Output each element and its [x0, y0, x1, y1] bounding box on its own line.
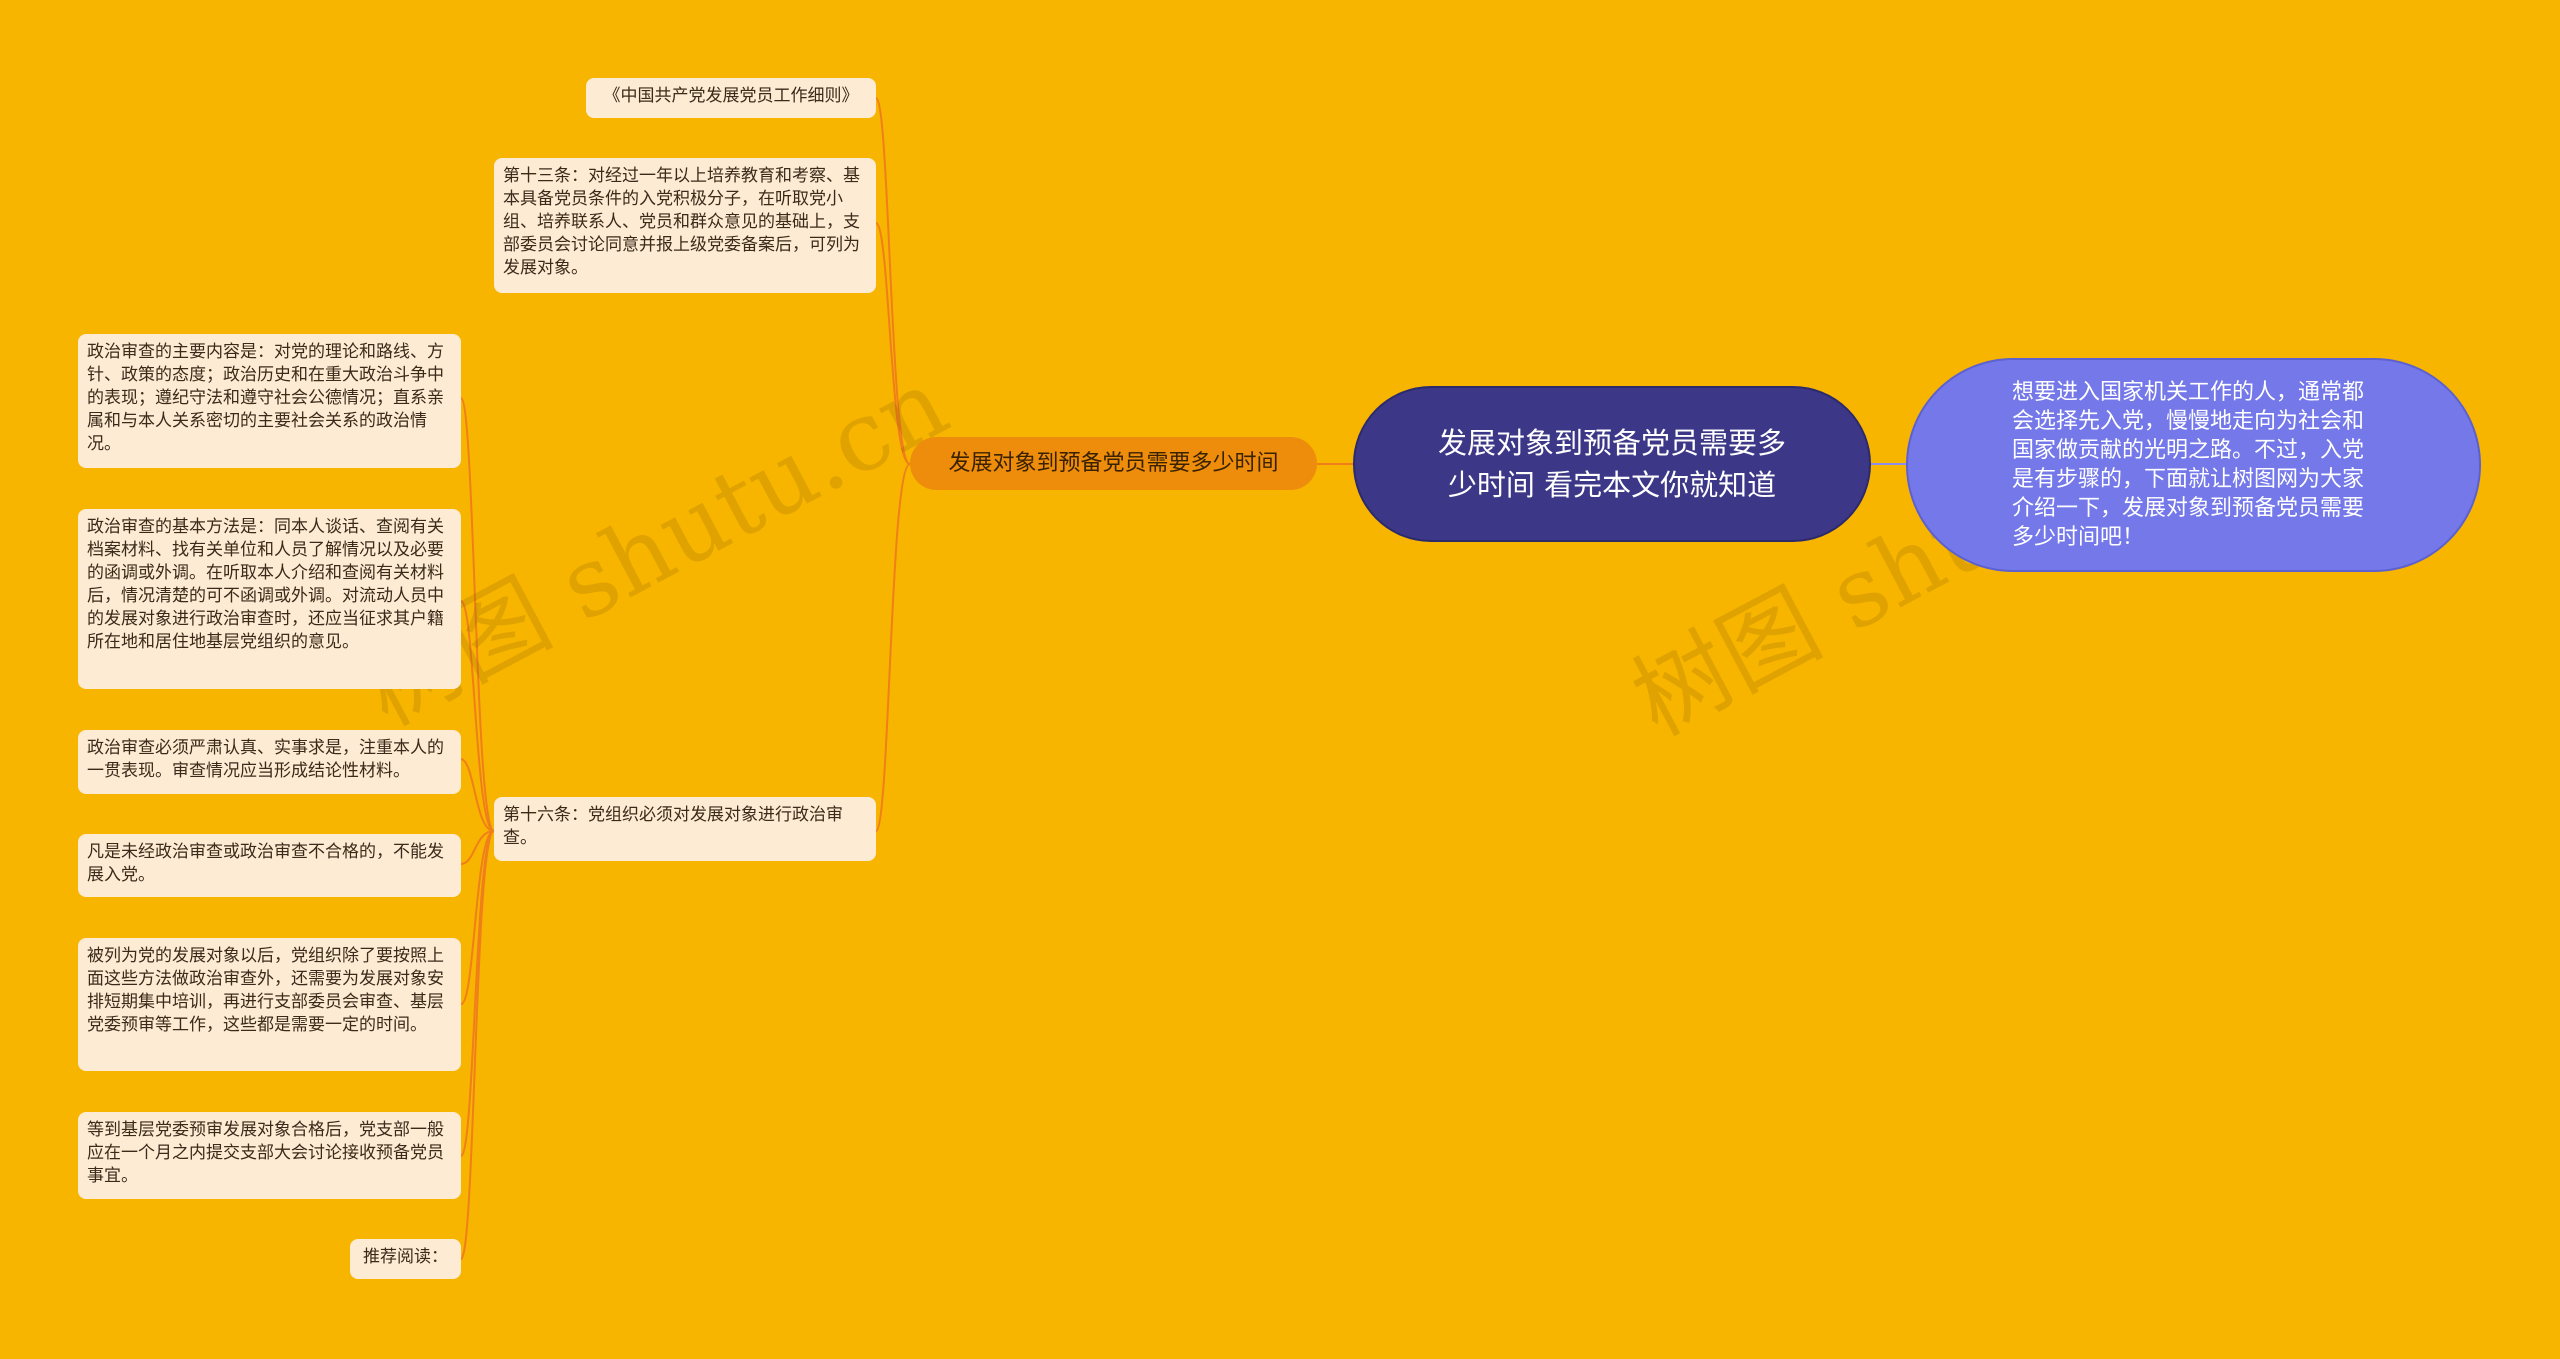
- central-topic[interactable]: 发展对象到预备党员需要多少时间 看完本文你就知道: [1353, 386, 1871, 542]
- leaf-text: 第十六条：党组织必须对发展对象进行政治审查。: [503, 805, 843, 848]
- leaf-text: 政治审查必须严肃认真、实事求是，注重本人的一贯表现。审查情况应当形成结论性材料。: [87, 738, 444, 781]
- leaf-text: 第十三条：对经过一年以上培养教育和考察、基本具备党员条件的入党积极分子，在听取党…: [503, 166, 860, 278]
- leaf-node-recommended-reading[interactable]: 推荐阅读：: [350, 1239, 461, 1279]
- leaf-node-branch-meeting[interactable]: 等到基层党委预审发展对象合格后，党支部一般应在一个月之内提交支部大会讨论接收预备…: [78, 1112, 461, 1199]
- leaf-node-training[interactable]: 被列为党的发展对象以后，党组织除了要按照上面这些方法做政治审查外，还需要为发展对…: [78, 938, 461, 1071]
- leaf-node-review-requirement[interactable]: 政治审查必须严肃认真、实事求是，注重本人的一贯表现。审查情况应当形成结论性材料。: [78, 730, 461, 794]
- leaf-text: 政治审查的基本方法是：同本人谈话、查阅有关档案材料、找有关单位和人员了解情况以及…: [87, 517, 444, 652]
- branch-label: 发展对象到预备党员需要多少时间: [948, 451, 1279, 476]
- leaf-text: 政治审查的主要内容是：对党的理论和路线、方针、政策的态度；政治历史和在重大政治斗…: [87, 342, 444, 454]
- leaf-text: 被列为党的发展对象以后，党组织除了要按照上面这些方法做政治审查外，还需要为发展对…: [87, 946, 444, 1035]
- central-topic-label: 发展对象到预备党员需要多少时间 看完本文你就知道: [1437, 426, 1786, 502]
- leaf-node-review-content[interactable]: 政治审查的主要内容是：对党的理论和路线、方针、政策的态度；政治历史和在重大政治斗…: [78, 334, 461, 468]
- leaf-node-article-13[interactable]: 第十三条：对经过一年以上培养教育和考察、基本具备党员条件的入党积极分子，在听取党…: [494, 158, 876, 293]
- leaf-text: 推荐阅读：: [363, 1247, 448, 1267]
- leaf-node-regulation-title[interactable]: 《中国共产党发展党员工作细则》: [586, 78, 876, 118]
- leaf-node-review-failure[interactable]: 凡是未经政治审查或政治审查不合格的，不能发展入党。: [78, 834, 461, 897]
- intro-node[interactable]: 想要进入国家机关工作的人，通常都会选择先入党，慢慢地走向为社会和国家做贡献的光明…: [1906, 358, 2481, 572]
- branch-node[interactable]: 发展对象到预备党员需要多少时间: [910, 437, 1317, 490]
- leaf-text: 等到基层党委预审发展对象合格后，党支部一般应在一个月之内提交支部大会讨论接收预备…: [87, 1120, 444, 1186]
- leaf-text: 《中国共产党发展党员工作细则》: [603, 86, 859, 106]
- leaf-node-article-16[interactable]: 第十六条：党组织必须对发展对象进行政治审查。: [494, 797, 876, 861]
- intro-text: 想要进入国家机关工作的人，通常都会选择先入党，慢慢地走向为社会和国家做贡献的光明…: [2012, 380, 2365, 550]
- leaf-node-review-method[interactable]: 政治审查的基本方法是：同本人谈话、查阅有关档案材料、找有关单位和人员了解情况以及…: [78, 509, 461, 689]
- leaf-text: 凡是未经政治审查或政治审查不合格的，不能发展入党。: [87, 842, 444, 885]
